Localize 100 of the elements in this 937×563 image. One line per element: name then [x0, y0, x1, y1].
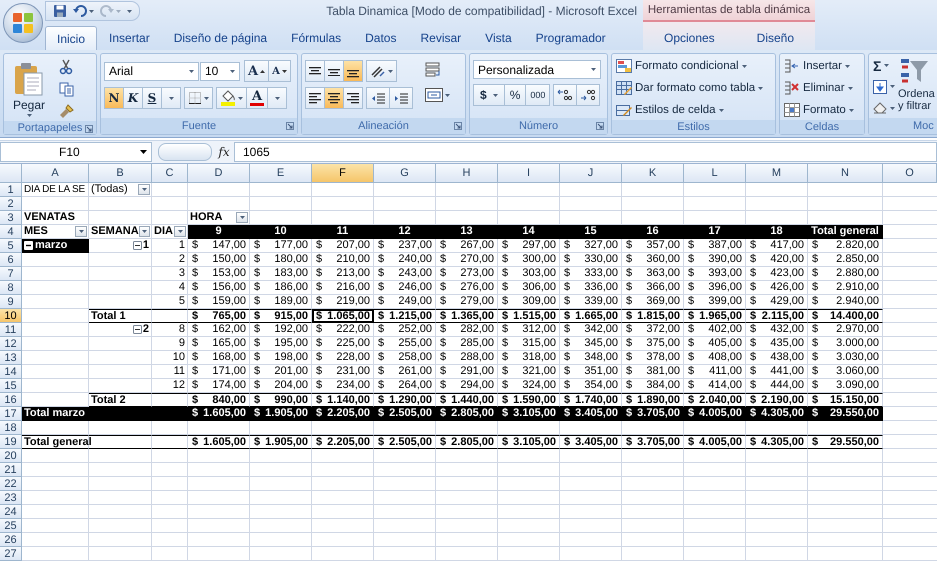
row-header[interactable]: 18 [0, 421, 22, 435]
column-header[interactable]: H [436, 164, 498, 183]
row-header[interactable]: 15 [0, 379, 22, 393]
dialog-launcher-icon[interactable] [596, 122, 604, 130]
orientation-button[interactable] [366, 60, 397, 82]
increase-decimal-button[interactable] [553, 84, 578, 106]
increase-indent-button[interactable] [389, 87, 413, 109]
font-size-dropdown[interactable]: 10 [200, 62, 240, 80]
row-header[interactable]: 17 [0, 407, 22, 421]
ribbon-tab[interactable]: Revisar [408, 26, 474, 50]
undo-button[interactable] [72, 4, 95, 18]
column-header[interactable]: A [22, 164, 89, 183]
customize-toolbar-button[interactable] [126, 8, 133, 14]
row-header[interactable]: 23 [0, 491, 22, 505]
decrease-indent-button[interactable] [366, 87, 390, 109]
cells-command[interactable]: Formato [783, 100, 861, 120]
horizontal-align-button[interactable] [305, 87, 325, 109]
fill-color-button[interactable] [216, 87, 247, 109]
filter-dropdown-button[interactable] [174, 226, 186, 237]
ribbon-tab[interactable]: Diseño de página [162, 26, 280, 50]
merge-center-button[interactable] [422, 85, 452, 105]
column-header[interactable]: G [374, 164, 436, 183]
formula-field[interactable]: 1065 [234, 142, 937, 162]
column-header[interactable]: N [808, 164, 883, 183]
column-header[interactable]: O [883, 164, 937, 183]
filter-dropdown-button[interactable] [75, 226, 87, 237]
save-button[interactable] [52, 3, 68, 19]
dialog-launcher-icon[interactable] [85, 125, 93, 133]
ribbon-tab[interactable]: Opciones [654, 26, 724, 50]
column-header[interactable]: D [188, 164, 250, 183]
filter-dropdown-button[interactable] [236, 212, 248, 223]
font-family-dropdown[interactable]: Arial [104, 62, 199, 80]
percent-button[interactable]: % [504, 84, 526, 106]
font-color-options-button[interactable] [267, 87, 287, 109]
font-style-button[interactable]: S [142, 87, 162, 109]
paste-button[interactable]: Pegar [7, 57, 51, 121]
row-header[interactable]: 16 [0, 393, 22, 407]
decrease-decimal-button[interactable] [576, 84, 600, 106]
ribbon-tab[interactable]: Vista [473, 26, 524, 50]
vertical-align-button[interactable] [305, 60, 325, 82]
row-header[interactable]: 7 [0, 267, 22, 281]
row-header[interactable]: 13 [0, 351, 22, 365]
cells-command[interactable]: Eliminar [783, 78, 861, 98]
column-header[interactable]: C [152, 164, 188, 183]
row-header[interactable]: 20 [0, 449, 22, 463]
row-header[interactable]: 1 [0, 183, 22, 197]
row-header[interactable]: 5 [0, 239, 22, 253]
row-header[interactable]: 4 [0, 225, 22, 239]
row-header[interactable]: 24 [0, 505, 22, 519]
column-header[interactable]: B [89, 164, 152, 183]
row-header[interactable]: 2 [0, 197, 22, 211]
row-header[interactable]: 19 [0, 435, 22, 449]
row-header[interactable]: 8 [0, 281, 22, 295]
row-header[interactable]: 14 [0, 365, 22, 379]
styles-command[interactable]: Formato condicional [615, 56, 772, 76]
ribbon-tab[interactable]: Diseño [748, 26, 804, 50]
autosum-button[interactable]: Σ [872, 56, 896, 76]
currency-button[interactable]: $ [473, 84, 505, 106]
dialog-launcher-icon[interactable] [286, 122, 294, 130]
row-header[interactable]: 26 [0, 533, 22, 547]
ribbon-tab[interactable]: Datos [353, 26, 408, 50]
insert-function-button[interactable]: fx [214, 144, 234, 160]
dialog-launcher-icon[interactable] [454, 122, 462, 130]
styles-command[interactable]: Estilos de celda [615, 100, 772, 120]
filter-dropdown-button[interactable] [138, 184, 150, 195]
ribbon-tab[interactable]: Inicio [45, 26, 98, 50]
row-header[interactable]: 6 [0, 253, 22, 267]
borders-button[interactable] [184, 87, 213, 109]
shrink-font-button[interactable]: A [268, 60, 291, 82]
row-header[interactable]: 11 [0, 323, 22, 337]
ribbon-tab[interactable]: Fórmulas [279, 26, 354, 50]
row-header[interactable]: 21 [0, 463, 22, 477]
column-header[interactable]: M [746, 164, 808, 183]
row-header[interactable]: 27 [0, 547, 22, 561]
sort-filter-button[interactable]: Ordena y filtrar [897, 56, 935, 118]
collapse-icon[interactable] [132, 241, 142, 250]
row-header[interactable]: 3 [0, 211, 22, 225]
row-header[interactable]: 12 [0, 337, 22, 351]
collapse-icon[interactable] [24, 241, 33, 250]
collapse-icon[interactable] [132, 325, 142, 334]
column-header[interactable]: K [622, 164, 684, 183]
cells-command[interactable]: Insertar [783, 56, 861, 76]
vertical-align-button[interactable] [324, 60, 344, 82]
fill-button[interactable] [872, 77, 896, 97]
ribbon-tab[interactable]: Insertar [97, 26, 162, 50]
column-header[interactable]: I [498, 164, 560, 183]
grow-font-button[interactable]: A [244, 60, 270, 82]
row-header[interactable]: 22 [0, 477, 22, 491]
font-style-button[interactable]: K [123, 87, 143, 109]
horizontal-align-button[interactable] [343, 87, 363, 109]
app-menu-button[interactable] [3, 3, 43, 43]
filter-dropdown-button[interactable] [138, 226, 150, 237]
resize-handle[interactable] [158, 143, 212, 161]
row-header[interactable]: 25 [0, 519, 22, 533]
row-header[interactable]: 9 [0, 295, 22, 309]
font-style-button[interactable]: N [104, 87, 124, 109]
horizontal-align-button[interactable] [324, 87, 344, 109]
column-header[interactable]: L [684, 164, 746, 183]
number-format-dropdown[interactable]: Personalizada [473, 60, 601, 79]
column-header[interactable]: J [560, 164, 622, 183]
